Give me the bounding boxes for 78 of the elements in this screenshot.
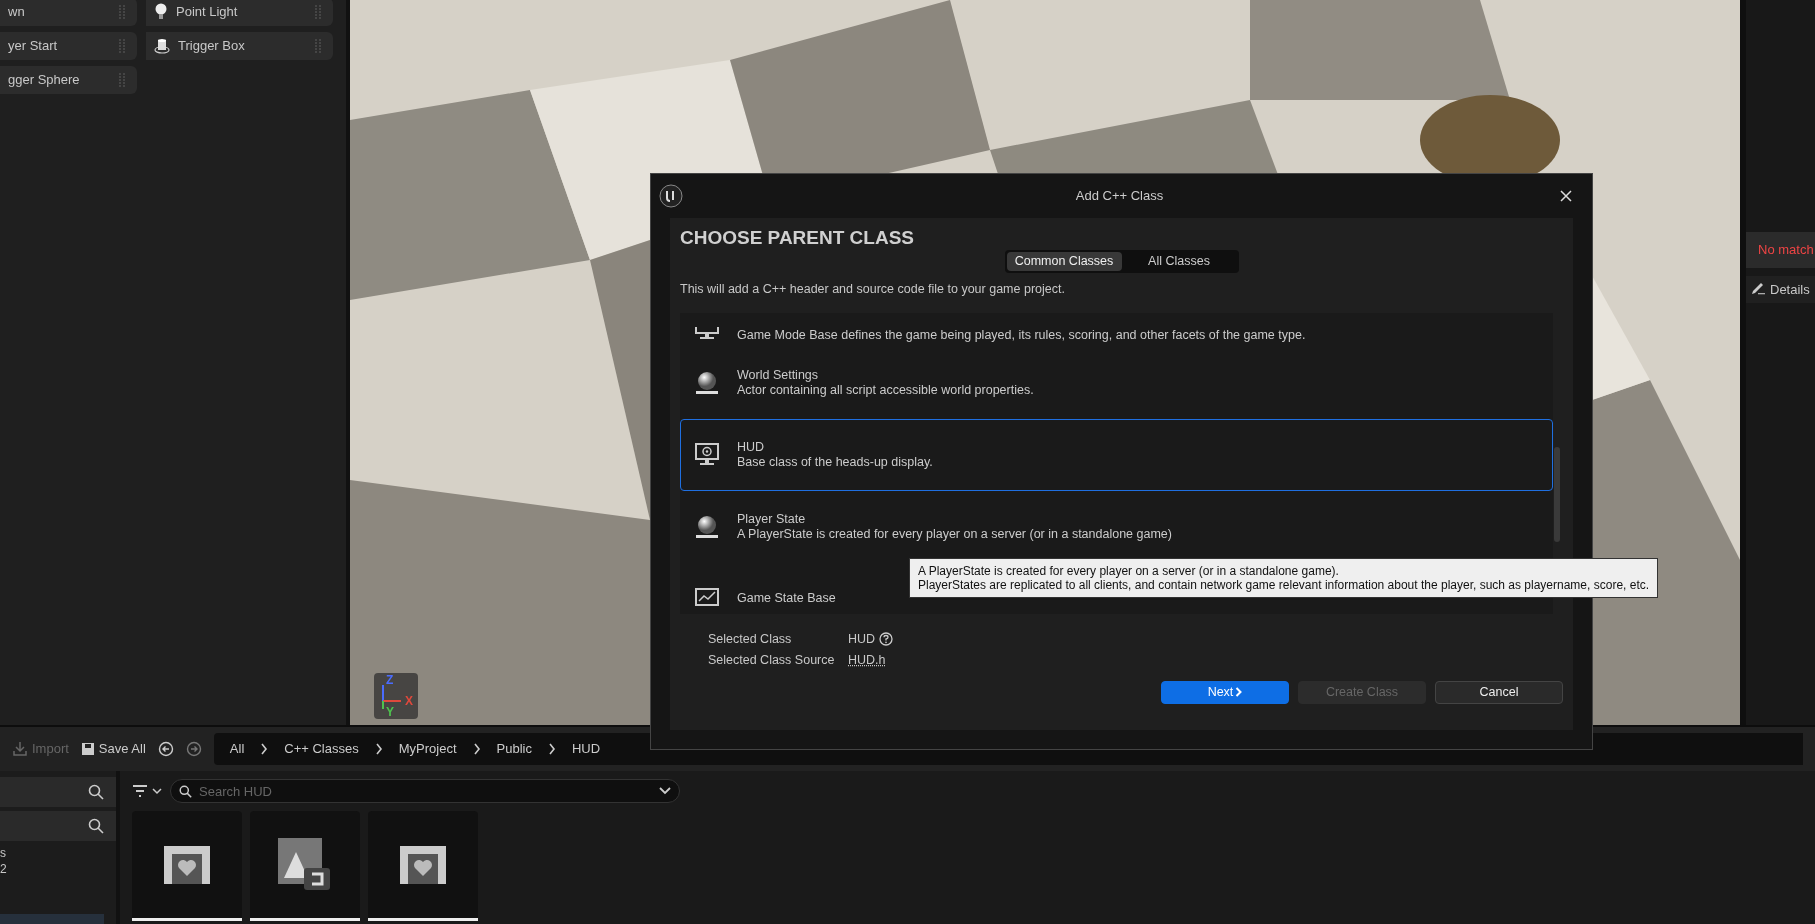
chevron-right-icon	[472, 743, 481, 755]
caret-icon	[659, 787, 671, 795]
axis-gizmo-icon	[380, 683, 402, 709]
class-row[interactable]: Game Mode Base defines the game being played, its rules, scoring, and other facets of the game type.	[680, 312, 1553, 347]
search-field[interactable]: Search HUD	[170, 779, 680, 803]
class-description: A PlayerState is created for every player on a server (or in a standalone game)	[737, 526, 1172, 542]
class-description: Game Mode Base defines the game being played, its rules, scoring, and other facets of the game type.	[737, 327, 1306, 343]
search-field[interactable]	[0, 811, 116, 841]
grip-icon[interactable]	[119, 73, 125, 87]
help-icon[interactable]	[879, 632, 894, 647]
dialog-description: This will add a C++ header and source code file to your game project.	[680, 281, 1066, 298]
details-tab[interactable]: Details	[1746, 275, 1815, 303]
source-file-link[interactable]: HUD.h	[848, 652, 1563, 668]
filter-icon	[132, 784, 148, 798]
back-icon[interactable]	[157, 741, 174, 757]
search-icon	[179, 785, 192, 798]
asset-tile[interactable]	[250, 811, 360, 921]
folder-label[interactable]: 2	[0, 861, 116, 877]
class-tab[interactable]: Common Classes	[1006, 252, 1122, 271]
field-label: Selected Class Source	[708, 652, 836, 668]
dialog-title: Add C++ Class	[1074, 187, 1165, 206]
tooltip-text: PlayerStates are replicated to all clients, and contain network game relevant information about the player, such as playername, score, etc.	[918, 578, 1650, 592]
breadcrumb[interactable]: HUD	[571, 739, 601, 759]
actor-item[interactable]: gger Sphere	[0, 66, 137, 94]
search-icon	[88, 818, 104, 834]
class-description: Actor containing all script accessible world properties.	[737, 382, 1034, 398]
filter-button[interactable]	[132, 784, 162, 798]
breadcrumb[interactable]: Public	[496, 739, 532, 759]
breadcrumb[interactable]: MyProject	[398, 739, 457, 759]
class-name: Game State Base	[737, 591, 836, 607]
save-all-button[interactable]: Save All	[80, 739, 146, 759]
class-description: Base class of the heads-up display.	[737, 454, 933, 470]
chevron-right-icon	[1235, 687, 1243, 698]
class-tab[interactable]: All Classes	[1121, 252, 1237, 271]
actor-item[interactable]: wn	[0, 0, 137, 26]
axis-label: X	[405, 695, 413, 707]
texture-class-icon	[278, 837, 332, 892]
tooltip-text: A PlayerState is created for every player on a server (or in a standalone game).	[918, 564, 1340, 578]
breadcrumb[interactable]: All	[229, 739, 245, 759]
search-icon	[88, 784, 104, 800]
class-row[interactable]: World Settings Actor containing all script accessible world properties.	[680, 346, 1553, 419]
next-button[interactable]: Next	[1161, 680, 1289, 704]
dialog-heading: CHOOSE PARENT CLASS	[680, 226, 915, 250]
actor-item[interactable]: yer Start	[0, 32, 137, 60]
class-name: World Settings	[737, 367, 820, 383]
asset-tile[interactable]	[368, 811, 478, 921]
search-field[interactable]	[0, 777, 116, 807]
selected-class-value: HUD	[848, 631, 876, 647]
chevron-right-icon	[374, 743, 383, 755]
pencil-icon	[1750, 282, 1766, 297]
grip-icon[interactable]	[119, 39, 125, 53]
actor-item[interactable]: Trigger Box	[146, 32, 333, 60]
cylinder-icon	[154, 38, 170, 54]
actor-item[interactable]: Point Light	[146, 0, 333, 26]
class-row[interactable]: HUD Base class of the heads-up display.	[680, 418, 1553, 491]
field-label: Selected Class	[708, 631, 793, 647]
close-icon	[1560, 190, 1572, 202]
engine-logo-icon	[659, 184, 683, 208]
grip-icon[interactable]	[315, 39, 321, 53]
axis-label: Y	[386, 706, 394, 718]
class-name: Player State	[737, 511, 807, 527]
scrollbar-thumb[interactable]	[1554, 446, 1560, 542]
grip-icon[interactable]	[119, 5, 125, 19]
forward-icon[interactable]	[185, 741, 202, 757]
no-match-message: No match	[1746, 232, 1815, 268]
chevron-right-icon	[260, 743, 269, 755]
grip-icon[interactable]	[315, 5, 321, 19]
breadcrumb[interactable]: C++ Classes	[284, 739, 359, 759]
axis-label: Z	[386, 674, 394, 686]
light-bulb-icon	[154, 3, 168, 21]
cancel-button[interactable]: Cancel	[1435, 680, 1563, 704]
class-name: HUD	[737, 439, 766, 455]
caret-icon	[152, 787, 162, 795]
import-icon	[12, 741, 28, 757]
save-icon	[80, 742, 95, 756]
chevron-right-icon	[547, 743, 556, 755]
asset-tile[interactable]	[132, 811, 242, 921]
folder-label[interactable]: s	[0, 845, 116, 861]
